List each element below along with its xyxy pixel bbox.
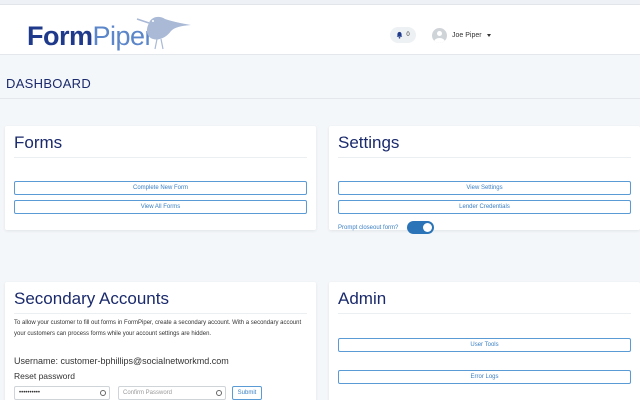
caret-down-icon	[486, 33, 491, 37]
divider	[0, 98, 640, 99]
toggle-label: Prompt closeout form?	[338, 224, 399, 231]
secondary-accounts-card: Secondary Accounts To allow your custome…	[5, 282, 316, 400]
divider	[14, 157, 307, 158]
show-password-icon[interactable]	[216, 390, 222, 396]
card-title: Secondary Accounts	[14, 289, 169, 308]
sandpiper-bird-icon	[136, 16, 191, 50]
page-title: DASHBOARD	[6, 76, 92, 91]
bell-icon	[397, 31, 403, 39]
forms-card: Forms Complete New Form View All Forms	[5, 126, 316, 230]
settings-card: Settings View Settings Lender Credential…	[329, 126, 640, 234]
new-password-input[interactable]: ••••••••••	[14, 386, 110, 400]
header-bar: FormPiper 0 Joe Piper	[0, 5, 640, 55]
username-text: Username: customer-bphillips@socialnetwo…	[14, 356, 229, 366]
card-title: Admin	[338, 289, 387, 308]
complete-new-form-button[interactable]: Complete New Form	[14, 181, 307, 195]
reset-password-label: Reset password	[14, 371, 75, 381]
view-settings-button[interactable]: View Settings	[338, 181, 631, 195]
user-tools-button[interactable]: User Tools	[338, 338, 631, 352]
user-name: Joe Piper	[452, 31, 482, 39]
card-title: Settings	[338, 133, 400, 152]
closeout-form-toggle[interactable]	[407, 221, 435, 234]
card-title: Forms	[14, 133, 63, 152]
password-value: ••••••••••	[19, 390, 41, 396]
notification-count: 0	[406, 32, 410, 38]
show-password-icon[interactable]	[100, 390, 106, 396]
divider	[338, 157, 631, 158]
avatar	[432, 27, 447, 43]
user-menu-dropdown[interactable]: Joe Piper	[432, 27, 491, 43]
logo-form-text: Form	[27, 21, 93, 51]
admin-card: Admin User Tools Error Logs	[329, 282, 640, 400]
secondary-accounts-description: To allow your customer to fill out forms…	[14, 320, 302, 337]
divider	[14, 313, 307, 314]
divider	[338, 313, 631, 314]
confirm-password-placeholder: Confirm Password	[123, 390, 173, 396]
formpiper-logo[interactable]: FormPiper	[27, 11, 197, 55]
submit-button[interactable]: Submit	[232, 386, 262, 400]
confirm-password-input[interactable]: Confirm Password	[118, 386, 226, 400]
closeout-toggle-row: Prompt closeout form?	[338, 221, 435, 234]
error-logs-button[interactable]: Error Logs	[338, 370, 631, 384]
view-all-forms-button[interactable]: View All Forms	[14, 200, 307, 214]
notifications-button[interactable]: 0	[390, 27, 416, 43]
lender-credentials-button[interactable]: Lender Credentials	[338, 200, 631, 214]
